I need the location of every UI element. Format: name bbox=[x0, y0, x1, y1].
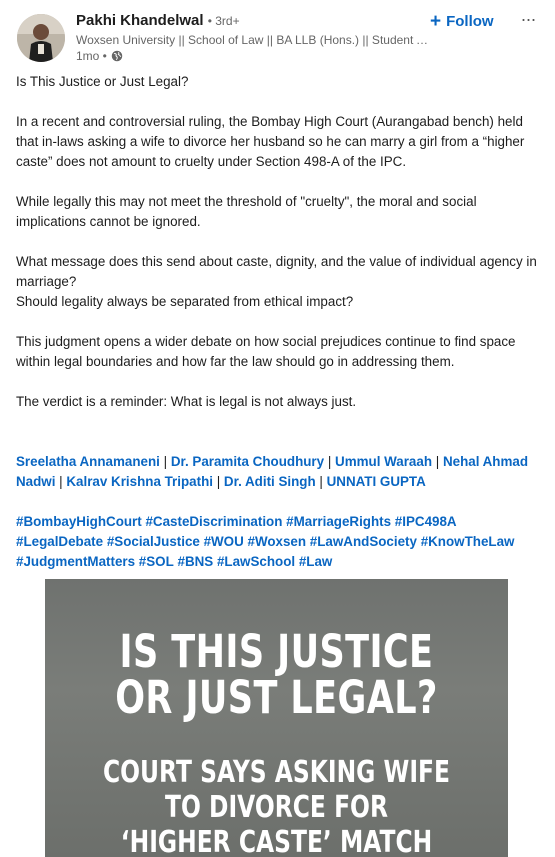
hashtag-link[interactable]: #WOU bbox=[204, 534, 244, 549]
post-time: 1mo • bbox=[76, 49, 107, 63]
post-paragraph: Should legality always be separated from… bbox=[16, 294, 354, 309]
follow-button[interactable]: + Follow bbox=[430, 10, 494, 32]
image-subheadline: COURT SAYS ASKING WIFE TO DIVORCE FOR ‘H… bbox=[96, 755, 457, 857]
post-paragraph: The verdict is a reminder: What is legal… bbox=[16, 394, 357, 409]
image-subheadline-line: COURT SAYS ASKING WIFE bbox=[102, 755, 451, 790]
avatar[interactable] bbox=[17, 14, 65, 62]
mention-link[interactable]: Dr. Aditi Singh bbox=[224, 474, 316, 489]
hashtag-link[interactable]: #LawAndSociety bbox=[310, 534, 417, 549]
author-headline: Woxsen University || School of Law || BA… bbox=[76, 33, 431, 47]
mentions-list: Sreelatha Annamaneni | Dr. Paramita Chou… bbox=[16, 452, 546, 492]
plus-icon: + bbox=[430, 10, 442, 32]
image-headline-line: OR JUST LEGAL? bbox=[115, 671, 438, 724]
hashtag-list: #BombayHighCourt #CasteDiscrimination #M… bbox=[16, 512, 546, 572]
more-options-button[interactable]: ··· bbox=[517, 8, 539, 30]
hashtag-link[interactable]: #MarriageRights bbox=[286, 514, 391, 529]
hashtag-link[interactable]: #LegalDebate bbox=[16, 534, 103, 549]
mention-separator: | bbox=[319, 474, 327, 489]
follow-label: Follow bbox=[446, 12, 494, 30]
mention-link[interactable]: Sreelatha Annamaneni bbox=[16, 454, 160, 469]
mention-separator: | bbox=[216, 474, 224, 489]
image-subheadline-line: TO DIVORCE FOR bbox=[165, 790, 388, 825]
post-paragraph: While legally this may not meet the thre… bbox=[16, 194, 477, 229]
hashtag-link[interactable]: #BombayHighCourt bbox=[16, 514, 142, 529]
hashtag-link[interactable]: #LawSchool bbox=[217, 554, 295, 569]
hashtag-link[interactable]: #SOL bbox=[139, 554, 174, 569]
mention-separator: | bbox=[163, 454, 171, 469]
mention-link[interactable]: UNNATI GUPTA bbox=[327, 474, 426, 489]
image-subheadline-line: ‘HIGHER CASTE’ MATCH bbox=[120, 825, 433, 857]
post-paragraph: Is This Justice or Just Legal? bbox=[16, 74, 189, 89]
hashtag-link[interactable]: #JudgmentMatters bbox=[16, 554, 135, 569]
hashtag-link[interactable]: #CasteDiscrimination bbox=[145, 514, 282, 529]
post-paragraph: What message does this send about caste,… bbox=[16, 254, 537, 289]
hashtag-link[interactable]: #Law bbox=[299, 554, 333, 569]
mention-link[interactable]: Ummul Waraah bbox=[335, 454, 432, 469]
avatar-photo bbox=[17, 14, 65, 62]
connection-degree: • 3rd+ bbox=[207, 14, 240, 28]
post-paragraph: In a recent and controversial ruling, th… bbox=[16, 114, 525, 169]
hashtag-link[interactable]: #Woxsen bbox=[248, 534, 307, 549]
post-meta: 1mo • bbox=[76, 49, 123, 63]
hashtag-link[interactable]: #KnowTheLaw bbox=[421, 534, 515, 549]
image-headline: IS THIS JUSTICE OR JUST LEGAL? bbox=[96, 629, 457, 721]
mention-link[interactable]: Kalrav Krishna Tripathi bbox=[66, 474, 213, 489]
post-paragraph: This judgment opens a wider debate on ho… bbox=[16, 334, 516, 369]
hashtag-link[interactable]: #IPC498A bbox=[395, 514, 457, 529]
globe-icon bbox=[111, 50, 123, 62]
mention-link[interactable]: Dr. Paramita Choudhury bbox=[171, 454, 324, 469]
image-headline-line: IS THIS JUSTICE bbox=[119, 625, 434, 678]
post-body: Is This Justice or Just Legal? In a rece… bbox=[16, 72, 542, 412]
hashtag-link[interactable]: #BNS bbox=[178, 554, 214, 569]
author-name-text[interactable]: Pakhi Khandelwal bbox=[76, 12, 204, 29]
author-name[interactable]: Pakhi Khandelwal • 3rd+ bbox=[76, 12, 240, 29]
ellipsis-icon: ··· bbox=[520, 9, 537, 29]
mention-separator: | bbox=[435, 454, 443, 469]
hashtag-link[interactable]: #SocialJustice bbox=[107, 534, 200, 549]
post-image[interactable]: IS THIS JUSTICE OR JUST LEGAL? COURT SAY… bbox=[45, 579, 508, 857]
mention-separator: | bbox=[327, 454, 336, 469]
post-header: Pakhi Khandelwal • 3rd+ Woxsen Universit… bbox=[0, 0, 555, 66]
